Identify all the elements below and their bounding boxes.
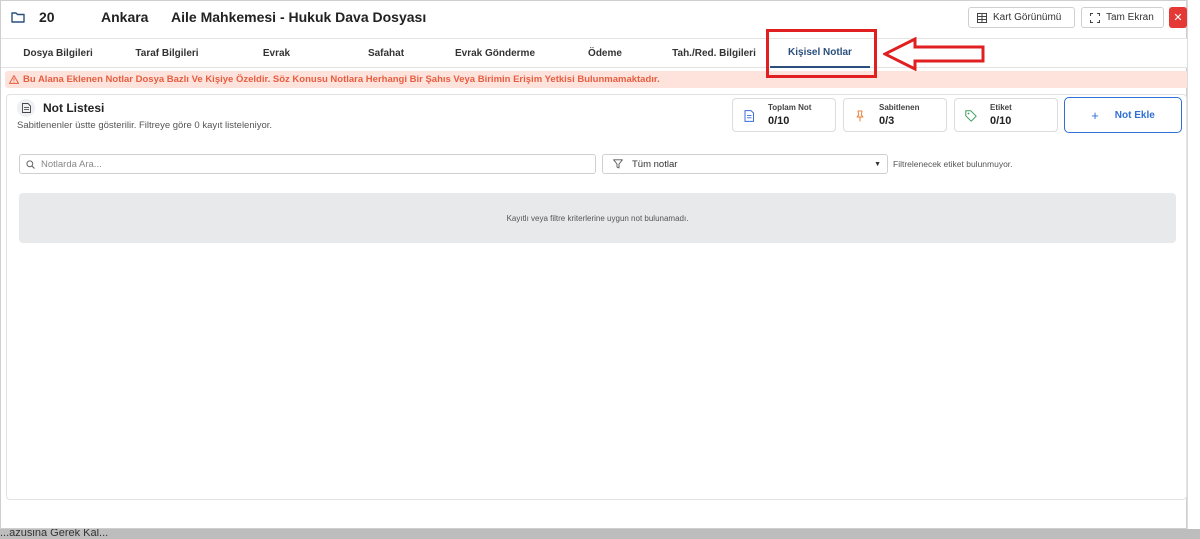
- caret-down-icon: ▼: [874, 161, 881, 168]
- empty-message: Kayıtlı veya filtre kriterlerine uygun n…: [506, 213, 689, 223]
- tab-evrak[interactable]: Evrak: [219, 39, 334, 68]
- add-note-label: Not Ekle: [1114, 109, 1155, 121]
- close-icon: ✕: [1173, 12, 1183, 24]
- notes-filter-select[interactable]: Tüm notlar ▼: [602, 154, 888, 174]
- notes-subtitle: Sabitlenenler üstte gösterilir. Filtreye…: [17, 120, 273, 131]
- case-window: 20 Ankara Aile Mahkemesi - Hukuk Dava Do…: [0, 0, 1188, 529]
- tab-odeme[interactable]: Ödeme: [552, 39, 658, 68]
- stat-total-notes: Toplam Not 0/10: [732, 98, 836, 132]
- alert-text: Bu Alana Eklenen Notlar Dosya Bazlı Ve K…: [23, 74, 660, 85]
- add-note-button[interactable]: + Not Ekle: [1064, 97, 1182, 133]
- stat-pinned-value: 0/3: [879, 115, 895, 127]
- tab-bar: Dosya Bilgileri Taraf Bilgileri Evrak Sa…: [1, 38, 1188, 68]
- note-list-icon: [17, 99, 35, 117]
- filter-icon: [613, 159, 623, 169]
- fullscreen-button[interactable]: Tam Ekran: [1081, 7, 1164, 28]
- close-button[interactable]: ✕: [1169, 7, 1187, 28]
- window-titlebar: 20 Ankara Aile Mahkemesi - Hukuk Dava Do…: [1, 1, 1188, 35]
- notes-title: Not Listesi: [43, 101, 105, 115]
- tab-dosya-bilgileri[interactable]: Dosya Bilgileri: [1, 39, 115, 68]
- stat-total-value: 0/10: [768, 115, 790, 127]
- card-view-button[interactable]: Kart Görünümü: [968, 7, 1075, 28]
- tab-tahsilat-red-bilgileri[interactable]: Tah./Red. Bilgileri: [658, 39, 770, 68]
- expand-icon: [1090, 12, 1100, 23]
- stat-total-label: Toplam Not: [768, 103, 812, 112]
- empty-state: Kayıtlı veya filtre kriterlerine uygun n…: [19, 193, 1176, 243]
- background-strip: ...azusina Gerek Kal...: [0, 527, 1200, 539]
- tag-filter-note: Filtrelenecek etiket bulunmuyor.: [893, 159, 1013, 169]
- stat-tags-label: Etiket: [990, 103, 1012, 112]
- search-input[interactable]: [41, 158, 581, 170]
- tab-evrak-gonderme[interactable]: Evrak Gönderme: [438, 39, 552, 68]
- privacy-alert: Bu Alana Eklenen Notlar Dosya Bazlı Ve K…: [5, 71, 1188, 88]
- filter-selected-value: Tüm notlar: [632, 158, 678, 170]
- tab-taraf-bilgileri[interactable]: Taraf Bilgileri: [115, 39, 219, 68]
- tab-safahat[interactable]: Safahat: [334, 39, 438, 68]
- plus-icon: +: [1091, 107, 1099, 123]
- tag-icon: [965, 110, 977, 122]
- stat-tags: Etiket 0/10: [954, 98, 1058, 132]
- warning-icon: [9, 75, 19, 84]
- case-number: 20: [39, 9, 55, 25]
- search-icon: [26, 159, 35, 169]
- pin-icon: [856, 110, 864, 122]
- document-icon: [744, 110, 754, 122]
- annotation-highlight-box: [766, 29, 877, 78]
- folder-icon: [11, 12, 25, 23]
- outer-scrollbar[interactable]: [1187, 0, 1200, 529]
- card-view-label: Kart Görünümü: [993, 12, 1062, 23]
- stat-pinned: Sabitlenen 0/3: [843, 98, 947, 132]
- notes-search[interactable]: [19, 154, 596, 174]
- case-city: Ankara: [101, 9, 149, 25]
- case-title: Aile Mahkemesi - Hukuk Dava Dosyası: [171, 9, 427, 25]
- fullscreen-label: Tam Ekran: [1106, 12, 1154, 23]
- stat-tags-value: 0/10: [990, 115, 1012, 127]
- stat-pinned-label: Sabitlenen: [879, 103, 920, 112]
- annotation-arrow-icon: [883, 37, 985, 71]
- grid-icon: [977, 12, 987, 23]
